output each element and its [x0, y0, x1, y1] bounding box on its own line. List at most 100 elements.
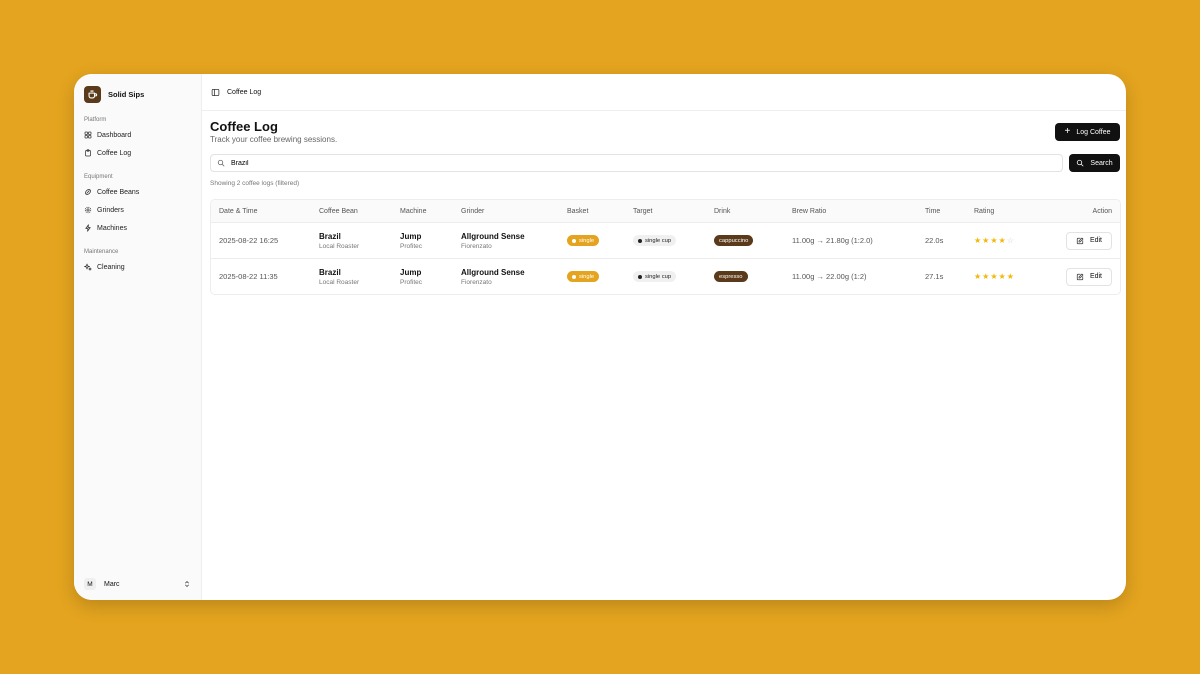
sidebar-item-coffee-beans[interactable]: Coffee Beans: [74, 183, 201, 201]
column-header-bean: Coffee Bean: [319, 207, 358, 215]
row-time: 22.0s: [925, 236, 944, 245]
log-coffee-label: Log Coffee: [1076, 128, 1111, 136]
bean-name: Brazil: [319, 267, 341, 277]
column-header-action: Action: [1092, 207, 1112, 215]
user-menu[interactable]: M Marc: [84, 578, 191, 590]
page-subtitle: Track your coffee brewing sessions.: [210, 135, 338, 144]
star-icon: ★: [974, 271, 982, 281]
breadcrumb: Coffee Log: [202, 74, 1126, 111]
row-action: Edit: [1065, 259, 1112, 294]
column-header-machine: Machine: [400, 207, 427, 215]
coffee-log-table: Date & Time Coffee Bean Machine Grinder …: [210, 199, 1121, 295]
row-date: 2025-08-22 11:35: [219, 272, 278, 281]
sidebar-item-machines[interactable]: Machines: [74, 219, 201, 237]
main-content: Coffee Log Coffee Log Track your coffee …: [202, 74, 1126, 600]
edit-icon: [1076, 273, 1084, 280]
roaster-name: Local Roaster: [319, 242, 360, 250]
dot-icon: [572, 238, 576, 243]
clipboard-icon: [85, 149, 91, 157]
column-header-date: Date & Time: [219, 207, 258, 215]
grinder-name: Allground Sense: [461, 267, 525, 277]
sidebar-item-grinders[interactable]: Grinders: [74, 201, 201, 219]
search-icon: [217, 159, 225, 167]
sidebar: Solid Sips Platform Dashboard Coffee Log…: [74, 74, 202, 600]
sidebar-item-label: Grinders: [97, 206, 124, 214]
sidebar-item-label: Dashboard: [97, 131, 132, 139]
sparkle-icon: [84, 263, 92, 271]
star-icon: ★: [998, 235, 1006, 245]
bean-name: Brazil: [319, 231, 341, 241]
sidebar-toggle-icon[interactable]: [211, 88, 220, 97]
target-label: single cup: [645, 273, 672, 280]
basket-badge: single: [567, 271, 600, 282]
log-coffee-button[interactable]: + Log Coffee: [1055, 123, 1120, 141]
search-field[interactable]: [210, 154, 1063, 172]
bolt-icon: [85, 224, 91, 232]
app-window: Solid Sips Platform Dashboard Coffee Log…: [74, 74, 1126, 600]
row-action: Edit: [1065, 223, 1112, 258]
edit-icon: [1076, 237, 1084, 244]
sidebar-item-label: Coffee Log: [97, 149, 132, 157]
search-button-label: Search: [1090, 159, 1113, 167]
star-rating: ★ ★ ★ ★ ☆: [974, 235, 1014, 245]
drink-badge: cappuccino: [714, 235, 754, 246]
grinder-brand: Fiorenzato: [461, 242, 492, 250]
machine-name: Jump: [400, 267, 422, 277]
machine-brand: Profitec: [400, 278, 423, 286]
row-date: 2025-08-22 16:25: [219, 236, 279, 245]
grid-icon: [84, 131, 92, 139]
column-header-target: Target: [633, 207, 653, 215]
star-icon: ★: [990, 235, 998, 245]
sidebar-item-cleaning[interactable]: Cleaning: [74, 258, 201, 276]
edit-button[interactable]: Edit: [1065, 231, 1112, 250]
row-brew-ratio: 11.00g → 21.80g (1:2.0): [792, 236, 873, 245]
row-drink: espresso: [714, 259, 748, 294]
star-icon: ★: [982, 235, 990, 245]
star-icon: ★: [982, 271, 990, 281]
star-icon: ★: [990, 271, 998, 281]
table-header-row: Date & Time Coffee Bean Machine Grinder …: [211, 200, 1120, 223]
row-rating: ★ ★ ★ ★ ☆: [974, 223, 1014, 258]
roaster-name: Local Roaster: [319, 278, 360, 286]
column-header-time: Time: [925, 207, 941, 215]
star-icon: ★: [998, 271, 1006, 281]
target-badge: single cup: [633, 235, 677, 246]
page-title: Coffee Log: [210, 119, 278, 134]
row-bean: Brazil Local Roaster: [319, 223, 359, 258]
sidebar-item-dashboard[interactable]: Dashboard: [74, 126, 201, 144]
results-count: Showing 2 coffee logs (filtered): [210, 180, 300, 187]
chevron-up-down-icon: [185, 581, 189, 587]
column-header-rating: Rating: [974, 207, 995, 215]
star-icon: ★: [1006, 271, 1014, 281]
row-grinder: Allground Sense Fiorenzato: [461, 259, 525, 294]
basket-label: single: [579, 237, 595, 244]
nav-group-label-platform: Platform: [84, 117, 107, 123]
row-bean: Brazil Local Roaster: [319, 259, 359, 294]
search-button[interactable]: Search: [1069, 154, 1120, 172]
search-input[interactable]: [231, 159, 931, 167]
app-name: Solid Sips: [108, 89, 145, 99]
dot-icon: [638, 238, 642, 243]
row-time: 27.1s: [925, 272, 944, 281]
sidebar-item-label: Coffee Beans: [97, 188, 140, 196]
table-row: 2025-08-22 11:35 Brazil Local Roaster Ju…: [211, 259, 1120, 294]
sidebar-item-label: Cleaning: [97, 263, 125, 271]
grinder-brand: Fiorenzato: [461, 278, 492, 286]
row-rating: ★ ★ ★ ★ ★: [974, 259, 1014, 294]
row-drink: cappuccino: [714, 223, 754, 258]
edit-button[interactable]: Edit: [1065, 267, 1112, 286]
edit-label: Edit: [1089, 237, 1102, 244]
row-brew-ratio: 11.00g → 22.00g (1:2): [792, 272, 867, 281]
sidebar-item-coffee-log[interactable]: Coffee Log: [74, 144, 201, 162]
row-basket: single: [567, 259, 600, 294]
breadcrumb-current: Coffee Log: [227, 88, 262, 96]
brand[interactable]: Solid Sips: [74, 74, 201, 103]
row-machine: Jump Profitec: [400, 259, 422, 294]
column-header-drink: Drink: [714, 207, 731, 215]
column-header-basket: Basket: [567, 207, 589, 215]
avatar: M: [84, 578, 96, 590]
coffee-cup-icon: [84, 85, 101, 103]
user-name: Marc: [104, 580, 120, 588]
basket-label: single: [579, 273, 595, 280]
bean-icon: [85, 189, 91, 195]
